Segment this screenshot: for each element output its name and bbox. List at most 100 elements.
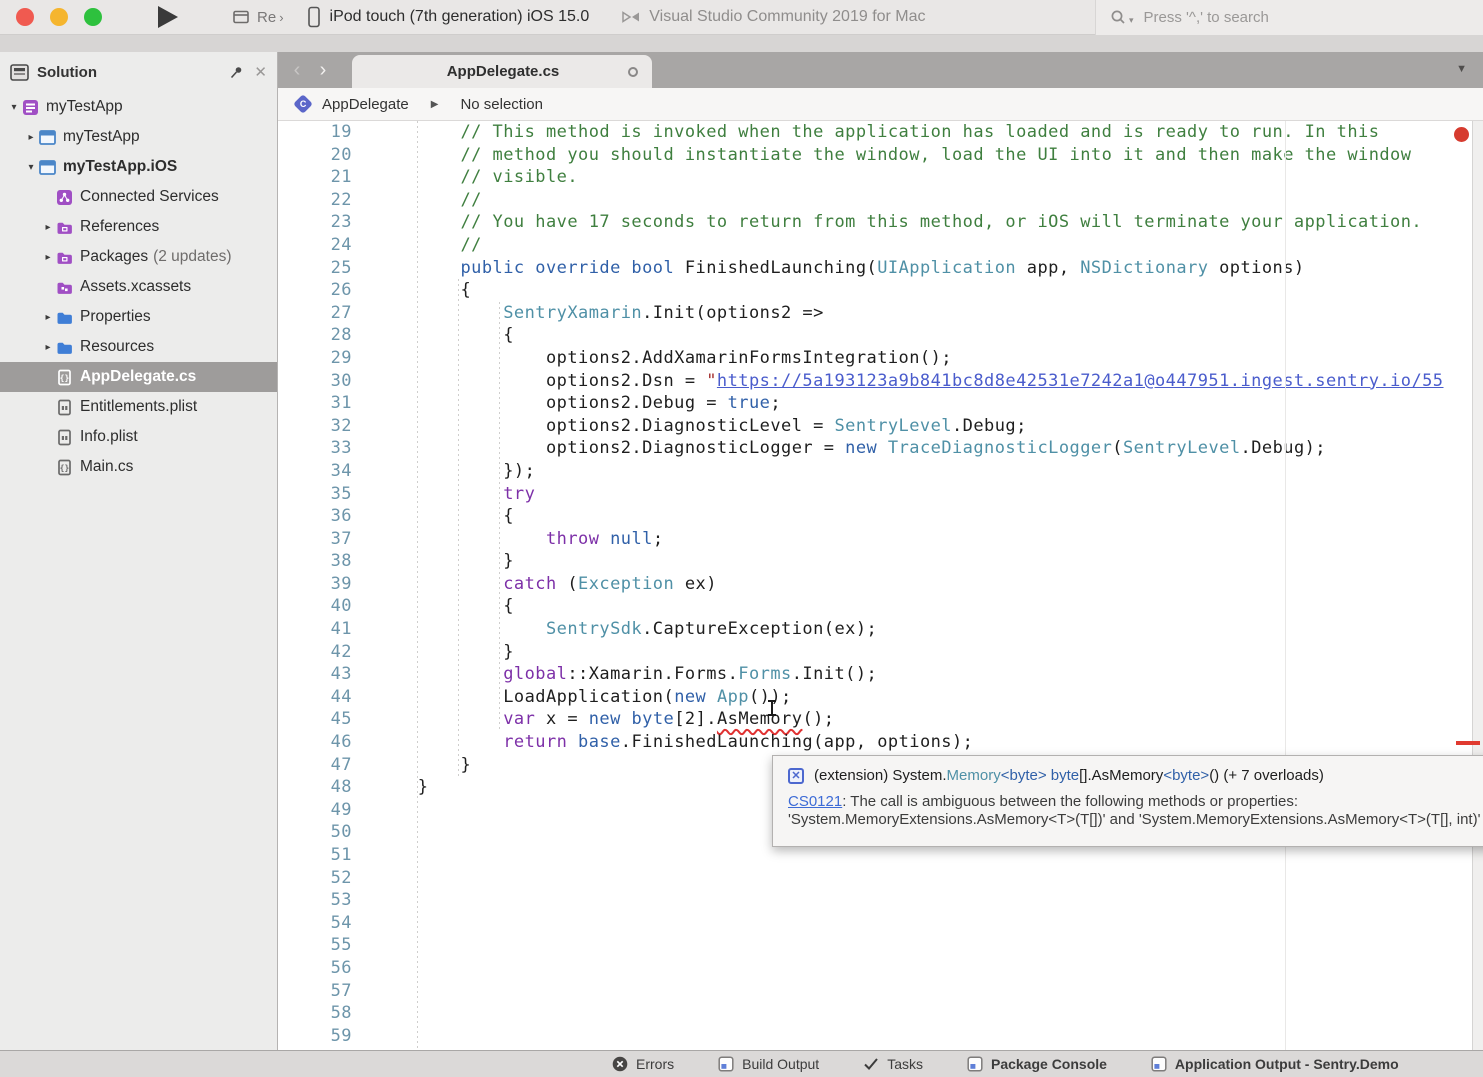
line-number[interactable]: 49 — [278, 799, 352, 822]
tree-item-properties[interactable]: ▸Properties — [0, 302, 277, 332]
code-text[interactable]: } — [375, 754, 471, 777]
line-number[interactable]: 48 — [278, 776, 352, 799]
expander-right-icon[interactable]: ▸ — [23, 132, 39, 143]
line-number[interactable]: 41 — [278, 618, 352, 641]
code-text[interactable]: return base.FinishedLaunching(app, optio… — [375, 731, 973, 754]
tree-item-mytestapp[interactable]: ▸myTestApp — [0, 122, 277, 152]
line-number[interactable]: 46 — [278, 731, 352, 754]
code-text[interactable]: } — [375, 550, 514, 573]
line-number[interactable]: 29 — [278, 347, 352, 370]
line-number[interactable]: 37 — [278, 528, 352, 551]
statusbar-build-output[interactable]: Build Output — [718, 1056, 819, 1072]
line-number[interactable]: 40 — [278, 595, 352, 618]
line-number[interactable]: 21 — [278, 166, 352, 189]
code-text[interactable]: }); — [375, 460, 535, 483]
line-number[interactable]: 54 — [278, 912, 352, 935]
tab-appdelegate[interactable]: AppDelegate.cs — [352, 55, 652, 88]
close-window-button[interactable] — [16, 8, 34, 26]
tree-item-appdelegate-cs[interactable]: {}AppDelegate.cs — [0, 362, 277, 392]
line-number[interactable]: 28 — [278, 324, 352, 347]
search-field[interactable]: ▾ Press '^,' to search — [1095, 0, 1483, 35]
expander-right-icon[interactable]: ▸ — [40, 342, 56, 353]
code-line-24[interactable]: 24 // — [278, 234, 1483, 257]
line-number[interactable]: 33 — [278, 437, 352, 460]
breadcrumb-selection[interactable]: No selection — [460, 96, 543, 113]
code-text[interactable]: // You have 17 seconds to return from th… — [375, 211, 1422, 234]
navigate-forward-button[interactable]: › — [310, 52, 336, 88]
run-button[interactable] — [158, 6, 178, 28]
tree-item-assets-xcassets[interactable]: Assets.xcassets — [0, 272, 277, 302]
code-text[interactable]: { — [375, 595, 514, 618]
code-line-57[interactable]: 57 — [278, 980, 1483, 1003]
line-number[interactable]: 50 — [278, 821, 352, 844]
code-text[interactable]: options2.DiagnosticLogger = new TraceDia… — [375, 437, 1326, 460]
code-text[interactable]: options2.Debug = true; — [375, 392, 781, 415]
statusbar-package-console[interactable]: Package Console — [967, 1056, 1107, 1072]
code-line-56[interactable]: 56 — [278, 957, 1483, 980]
code-text[interactable]: SentrySdk.CaptureException(ex); — [375, 618, 877, 641]
code-line-58[interactable]: 58 — [278, 1002, 1483, 1025]
statusbar-errors[interactable]: Errors — [612, 1056, 674, 1072]
line-number[interactable]: 53 — [278, 889, 352, 912]
line-number[interactable]: 35 — [278, 483, 352, 506]
line-number[interactable]: 39 — [278, 573, 352, 596]
line-number[interactable]: 43 — [278, 663, 352, 686]
code-text[interactable]: catch (Exception ex) — [375, 573, 717, 596]
code-line-54[interactable]: 54 — [278, 912, 1483, 935]
line-number[interactable]: 19 — [278, 121, 352, 144]
dsn-url-link[interactable]: https://5a193123a9b841bc8d8e42531e7242a1… — [717, 371, 1444, 391]
code-text[interactable]: { — [375, 505, 514, 528]
tree-item-connected-services[interactable]: Connected Services — [0, 182, 277, 212]
code-line-23[interactable]: 23 // You have 17 seconds to return from… — [278, 211, 1483, 234]
line-number[interactable]: 52 — [278, 867, 352, 890]
code-text[interactable]: // visible. — [375, 166, 578, 189]
code-editor[interactable]: 19 // This method is invoked when the ap… — [278, 121, 1483, 1050]
expander-right-icon[interactable]: ▸ — [40, 252, 56, 263]
code-text[interactable]: } — [375, 641, 514, 664]
editor-scrollbar[interactable] — [1472, 121, 1483, 1050]
code-line-55[interactable]: 55 — [278, 934, 1483, 957]
line-number[interactable]: 55 — [278, 934, 352, 957]
code-text[interactable]: LoadApplication(new App()); — [375, 686, 792, 709]
code-text[interactable]: // method you should instantiate the win… — [375, 144, 1411, 167]
expander-right-icon[interactable]: ▸ — [40, 312, 56, 323]
code-text[interactable]: // This method is invoked when the appli… — [375, 121, 1379, 144]
expander-down-icon[interactable]: ▾ — [23, 162, 39, 173]
line-number[interactable]: 47 — [278, 754, 352, 777]
code-line-20[interactable]: 20 // method you should instantiate the … — [278, 144, 1483, 167]
tree-item-resources[interactable]: ▸Resources — [0, 332, 277, 362]
statusbar-application-output-sentry-demo[interactable]: Application Output - Sentry.Demo — [1151, 1056, 1399, 1072]
line-number[interactable]: 25 — [278, 257, 352, 280]
line-number[interactable]: 34 — [278, 460, 352, 483]
line-number[interactable]: 26 — [278, 279, 352, 302]
code-line-53[interactable]: 53 — [278, 889, 1483, 912]
expander-down-icon[interactable]: ▾ — [6, 102, 22, 113]
code-text[interactable]: throw null; — [375, 528, 664, 551]
line-number[interactable]: 24 — [278, 234, 352, 257]
code-line-52[interactable]: 52 — [278, 867, 1483, 890]
line-number[interactable]: 58 — [278, 1002, 352, 1025]
tab-list-dropdown-icon[interactable]: ▼ — [1456, 63, 1467, 75]
code-text[interactable]: try — [375, 483, 535, 506]
code-text[interactable]: // — [375, 234, 482, 257]
line-number[interactable]: 38 — [278, 550, 352, 573]
line-number[interactable]: 31 — [278, 392, 352, 415]
code-line-19[interactable]: 19 // This method is invoked when the ap… — [278, 121, 1483, 144]
code-text[interactable]: var x = new byte[2].AsMemory(); — [375, 708, 835, 731]
code-text[interactable]: options2.Dsn = "https://5a193123a9b841bc… — [375, 370, 1444, 393]
code-text[interactable]: global::Xamarin.Forms.Forms.Init(); — [375, 663, 877, 686]
line-number[interactable]: 27 — [278, 302, 352, 325]
tree-item-packages[interactable]: ▸Packages(2 updates) — [0, 242, 277, 272]
code-text[interactable]: options2.AddXamarinFormsIntegration(); — [375, 347, 952, 370]
breadcrumb-class[interactable]: AppDelegate — [322, 96, 409, 113]
tree-item-info-plist[interactable]: Info.plist — [0, 422, 277, 452]
pin-icon[interactable] — [229, 65, 244, 80]
code-text[interactable]: } — [375, 776, 428, 799]
code-line-21[interactable]: 21 // visible. — [278, 166, 1483, 189]
line-number[interactable]: 42 — [278, 641, 352, 664]
build-configuration-selector[interactable]: Re › — [233, 9, 284, 26]
line-number[interactable]: 59 — [278, 1025, 352, 1048]
error-code-link[interactable]: CS0121 — [788, 793, 842, 810]
line-number[interactable]: 23 — [278, 211, 352, 234]
minimize-window-button[interactable] — [50, 8, 68, 26]
